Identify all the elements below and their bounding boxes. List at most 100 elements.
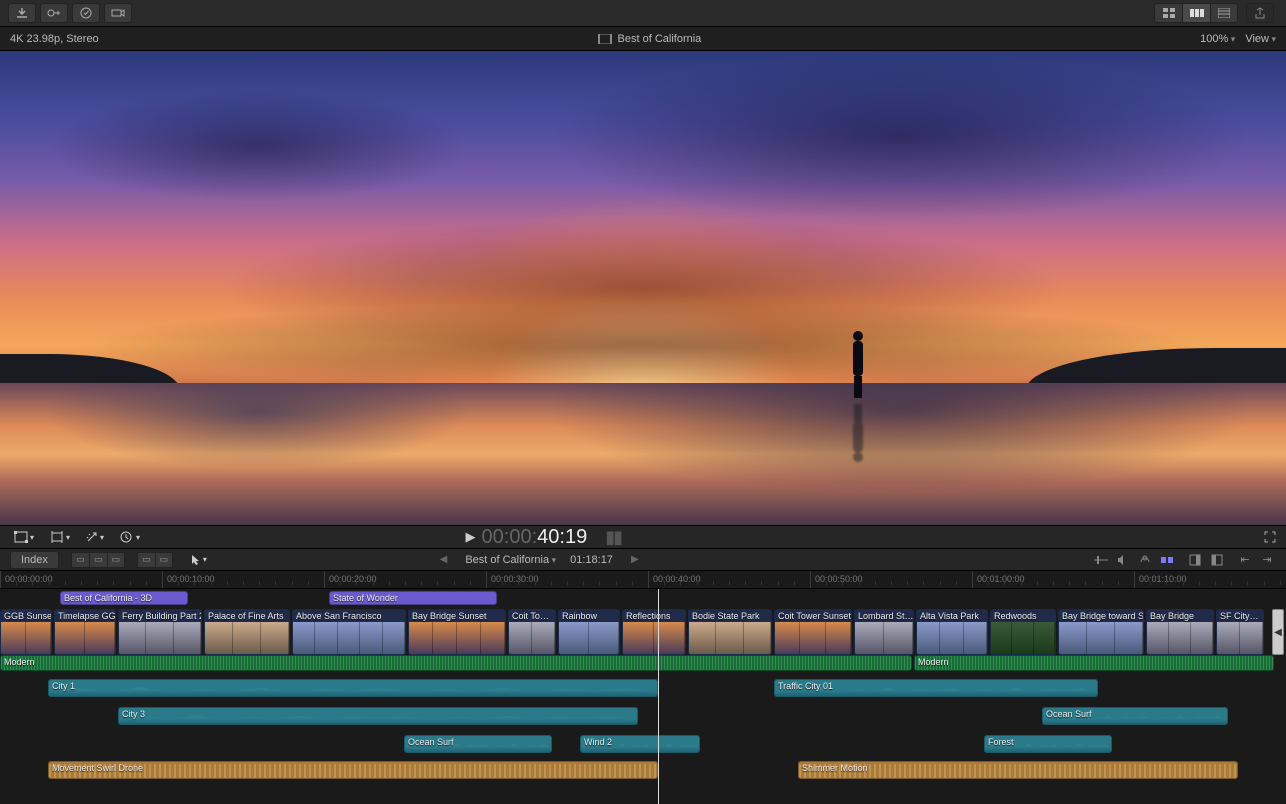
appearance-1[interactable]: ▭: [71, 552, 89, 568]
appearance-2[interactable]: ▭: [89, 552, 107, 568]
clip-video-clip[interactable]: Reflections: [622, 609, 686, 655]
playhead[interactable]: [658, 589, 659, 804]
clip-video-clip[interactable]: Timelapse GGB: [54, 609, 116, 655]
zoom-tool-icon[interactable]: [1186, 553, 1204, 567]
background-tasks-button[interactable]: [72, 3, 100, 23]
clip-label: Lombard St…: [855, 610, 913, 622]
clip-title-clip[interactable]: Best of California - 3D: [60, 591, 188, 605]
viewer-canvas[interactable]: [0, 51, 1286, 525]
appearance-4[interactable]: ▭: [137, 552, 155, 568]
clip-label: State of Wonder: [333, 593, 398, 603]
color-crop-tool[interactable]: ▾: [46, 529, 74, 545]
clip-label: City 3: [122, 709, 145, 719]
inspector-layout-button[interactable]: [1210, 3, 1238, 23]
clip-video-clip[interactable]: Coit To…: [508, 609, 556, 655]
timeline-index-button[interactable]: Index: [10, 551, 59, 569]
clip-video-clip[interactable]: Bodie State Park: [688, 609, 772, 655]
clip-label: Movement Swirl Drone: [52, 763, 143, 773]
clip-label: Above San Francisco: [293, 610, 405, 622]
retime-tool[interactable]: ▾: [116, 529, 144, 545]
zoom-menu[interactable]: 100%: [1200, 33, 1235, 45]
effects-browser-icon[interactable]: [1208, 553, 1226, 567]
ruler-tick: 00:00:40:00: [648, 571, 701, 588]
top-toolbar: [0, 0, 1286, 27]
clip-video-clip[interactable]: Alta Vista Park: [916, 609, 988, 655]
clip-label: Ocean Surf: [408, 737, 454, 747]
clip-fx-clip[interactable]: Shimmer Motion: [798, 761, 1238, 779]
clip-video-clip[interactable]: Ferry Building Part 2: [118, 609, 202, 655]
timeline-duration: 01:18:17: [570, 554, 613, 566]
keyword-editor-button[interactable]: [40, 3, 68, 23]
clip-video-clip[interactable]: SF City…: [1216, 609, 1264, 655]
fullscreen-button[interactable]: [1264, 531, 1276, 543]
clip-audio-clip[interactable]: Traffic City 01: [774, 679, 1098, 697]
clip-label: SF City…: [1217, 610, 1263, 622]
timeline-history-back[interactable]: ◀: [436, 554, 452, 565]
trim-end-icon[interactable]: ⇥: [1258, 553, 1276, 567]
clip-fx-clip[interactable]: Movement Swirl Drone: [48, 761, 658, 779]
transform-tool[interactable]: ▾: [10, 529, 38, 545]
browser-layout-button[interactable]: [1154, 3, 1182, 23]
timeline-header: Index ▭ ▭ ▭ ▭ ▭ ▾ ◀ Best of California 0…: [0, 549, 1286, 571]
ruler-tick: 00:00:00:00: [0, 571, 53, 588]
clip-audio-clip[interactable]: City 3: [118, 707, 638, 725]
audio-meters-icon[interactable]: ▮▮: [605, 527, 621, 548]
clip-audio-main-clip[interactable]: Modern: [0, 655, 912, 671]
clip-label: Reflections: [623, 610, 685, 622]
skimming-icon[interactable]: [1092, 553, 1110, 567]
clip-video-clip[interactable]: GGB Sunset: [0, 609, 52, 655]
timeline-project-name[interactable]: Best of California: [465, 554, 556, 566]
clip-audio-clip[interactable]: City 1: [48, 679, 658, 697]
timeline-history-fwd[interactable]: ▶: [627, 554, 643, 565]
clip-label: Modern: [4, 657, 35, 667]
clip-label: Bodie State Park: [689, 610, 771, 622]
view-menu[interactable]: View: [1245, 33, 1276, 45]
import-button[interactable]: [8, 3, 36, 23]
clip-label: Modern: [918, 657, 949, 667]
solo-icon[interactable]: [1136, 553, 1154, 567]
timeline-layout-button[interactable]: [1182, 3, 1210, 23]
clip-label: Bay Bridge Sunset: [409, 610, 505, 622]
timeline[interactable]: Best of California - 3D State of Wonder G…: [0, 589, 1286, 804]
clip-video-clip[interactable]: Bay Bridge toward SF: [1058, 609, 1144, 655]
clip-label: GGB Sunset: [1, 610, 51, 622]
select-tool[interactable]: ▾: [187, 552, 211, 568]
play-button[interactable]: ▶: [466, 529, 476, 545]
clip-video-clip[interactable]: Redwoods: [990, 609, 1056, 655]
enhance-tool[interactable]: ▾: [82, 529, 108, 545]
enhance-button[interactable]: [104, 3, 132, 23]
clip-video-clip[interactable]: Rainbow: [558, 609, 620, 655]
clip-label: Coit Tower Sunset: [775, 610, 851, 622]
timecode-display[interactable]: 00:00:40:19: [482, 526, 588, 549]
clip-video-clip[interactable]: Above San Francisco: [292, 609, 406, 655]
clip-video-clip[interactable]: Coit Tower Sunset: [774, 609, 852, 655]
clip-video-clip[interactable]: Palace of Fine Arts: [204, 609, 290, 655]
clip-appearance-segment: ▭ ▭ ▭: [71, 552, 125, 568]
timeline-edge-handle[interactable]: ◀: [1272, 609, 1284, 655]
clip-audio-clip[interactable]: Wind 2: [580, 735, 700, 753]
clip-audio-main-clip[interactable]: Modern: [914, 655, 1274, 671]
clip-video-clip[interactable]: Bay Bridge Sunset: [408, 609, 506, 655]
viewer-header: 4K 23.98p, Stereo Best of California 100…: [0, 27, 1286, 51]
audio-skimming-icon[interactable]: [1114, 553, 1132, 567]
appearance-5[interactable]: ▭: [155, 552, 173, 568]
clip-audio-clip[interactable]: Forest: [984, 735, 1112, 753]
snapping-icon[interactable]: [1158, 553, 1176, 567]
clip-video-clip[interactable]: Bay Bridge: [1146, 609, 1214, 655]
timeline-ruler[interactable]: 00:00:00:0000:00:10:0000:00:20:0000:00:3…: [0, 571, 1286, 589]
trim-start-icon[interactable]: ⇤: [1236, 553, 1254, 567]
ruler-tick: 00:00:20:00: [324, 571, 377, 588]
clip-label: Palace of Fine Arts: [205, 610, 289, 622]
clip-audio-clip[interactable]: Ocean Surf: [404, 735, 552, 753]
clip-audio-clip[interactable]: Ocean Surf: [1042, 707, 1228, 725]
clip-label: Traffic City 01: [778, 681, 833, 691]
ruler-tick: 00:01:00:00: [972, 571, 1025, 588]
appearance-3[interactable]: ▭: [107, 552, 125, 568]
clip-label: Rainbow: [559, 610, 619, 622]
clip-video-clip[interactable]: Lombard St…: [854, 609, 914, 655]
clip-label: Bay Bridge toward SF: [1059, 610, 1143, 622]
clip-label: Redwoods: [991, 610, 1055, 622]
share-button[interactable]: [1246, 3, 1274, 23]
clip-label: Wind 2: [584, 737, 612, 747]
clip-title-clip[interactable]: State of Wonder: [329, 591, 497, 605]
